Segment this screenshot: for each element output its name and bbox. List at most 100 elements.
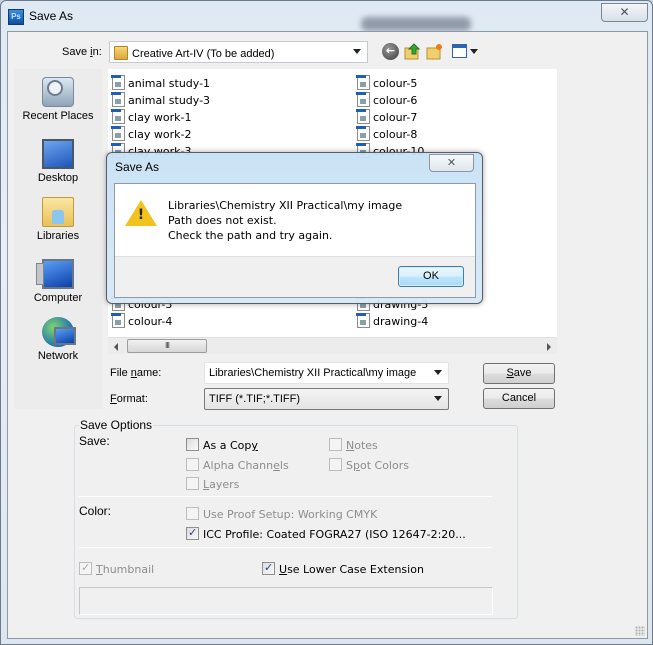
alert-message: Libraries\Chemistry XII Practical\my ima…	[168, 198, 402, 243]
scroll-right-icon[interactable]	[547, 343, 551, 351]
file-name: colour-6	[373, 94, 418, 107]
save-in-label: Save in:	[62, 46, 102, 58]
place-label: Desktop	[37, 172, 79, 184]
file-name: colour-7	[373, 111, 418, 124]
options-separator	[79, 547, 492, 548]
file-item[interactable]: drawing-4	[356, 313, 429, 330]
place-recent-places[interactable]: Recent Places	[14, 77, 102, 122]
view-menu-icon[interactable]	[452, 44, 467, 58]
file-name-input[interactable]: Libraries\Chemistry XII Practical\my ima…	[204, 362, 449, 384]
place-label: Network	[37, 350, 79, 362]
file-item[interactable]: clay work-2	[111, 126, 192, 143]
checkbox-box[interactable]	[262, 561, 275, 575]
alert-message-hint: Check the path and try again.	[168, 229, 333, 242]
checkbox-box[interactable]	[186, 507, 199, 520]
image-file-icon	[356, 109, 370, 124]
chevron-down-icon	[353, 49, 361, 54]
image-file-icon	[356, 126, 370, 141]
chevron-down-icon	[434, 396, 442, 401]
checkbox-box[interactable]	[329, 438, 342, 451]
save-as-window: Ps Save As ✕ Save in: Creative Art-IV (T…	[0, 0, 653, 645]
alpha-channels-checkbox[interactable]: Alpha Channels	[186, 458, 289, 472]
image-file-icon	[356, 75, 370, 90]
place-libraries[interactable]: Libraries	[14, 197, 102, 242]
recent-places-icon	[42, 77, 74, 107]
image-file-icon	[111, 109, 125, 124]
dialog-client-area: Save in: Creative Art-IV (To be added) ←…	[7, 31, 648, 639]
checkbox-label: ICC Profile: Coated FOGRA27 (ISO 12647-2…	[203, 528, 466, 541]
place-label: Computer	[33, 292, 83, 304]
place-label: Recent Places	[22, 110, 94, 122]
window-close-button[interactable]: ✕	[601, 3, 648, 22]
places-sidebar: Recent Places Desktop Libraries Computer…	[14, 69, 102, 409]
file-item[interactable]: colour-7	[356, 109, 418, 126]
format-label: Format:	[110, 393, 148, 405]
format-value: TIFF (*.TIF;*.TIFF)	[209, 393, 301, 405]
file-name: clay work-2	[128, 128, 192, 141]
scrollbar-thumb[interactable]: III	[127, 339, 207, 353]
warning-description-box	[79, 587, 493, 615]
image-file-icon	[111, 313, 125, 328]
file-item[interactable]: colour-4	[111, 313, 173, 330]
notes-checkbox[interactable]: Notes	[329, 438, 378, 452]
file-item[interactable]: colour-5	[356, 75, 418, 92]
spot-colors-checkbox[interactable]: Spot Colors	[329, 458, 409, 472]
place-desktop[interactable]: Desktop	[14, 135, 102, 184]
as-a-copy-checkbox[interactable]: As a Copy	[186, 438, 258, 452]
alert-message-error: Path does not exist.	[168, 214, 277, 227]
place-computer[interactable]: Computer	[14, 259, 102, 304]
computer-icon	[36, 259, 74, 289]
place-network[interactable]: Network	[14, 317, 102, 362]
up-folder-button[interactable]	[404, 43, 421, 60]
place-label: Libraries	[36, 230, 80, 242]
resize-grip[interactable]	[635, 626, 645, 636]
alert-message-path: Libraries\Chemistry XII Practical\my ima…	[168, 199, 403, 212]
scroll-left-icon[interactable]	[114, 343, 118, 351]
image-file-icon	[356, 313, 370, 328]
save-section-label: Save:	[79, 434, 110, 448]
checkbox-box[interactable]	[329, 458, 342, 471]
file-list-horizontal-scrollbar[interactable]: III	[108, 337, 557, 354]
format-dropdown[interactable]: TIFF (*.TIF;*.TIFF)	[204, 388, 449, 410]
image-file-icon	[111, 126, 125, 141]
save-in-value: Creative Art-IV (To be added)	[132, 48, 275, 60]
file-name: colour-5	[373, 77, 418, 90]
use-proof-setup-checkbox[interactable]: Use Proof Setup: Working CMYK	[186, 507, 377, 521]
alert-title: Save As	[115, 160, 160, 174]
thumbnail-checkbox[interactable]: Thumbnail	[79, 561, 154, 576]
window-title: Save As	[29, 9, 74, 23]
layers-checkbox[interactable]: Layers	[186, 477, 239, 491]
cancel-button[interactable]: Cancel	[483, 388, 555, 409]
file-item[interactable]: colour-8	[356, 126, 417, 143]
image-file-icon	[111, 75, 125, 90]
chevron-down-icon[interactable]	[434, 370, 442, 375]
new-folder-button[interactable]	[426, 43, 443, 60]
back-button[interactable]: ←	[382, 43, 399, 60]
checkbox-box[interactable]	[79, 561, 92, 575]
color-section-label: Color:	[79, 504, 112, 518]
checkbox-box[interactable]	[186, 458, 199, 471]
network-icon	[42, 317, 76, 347]
icc-profile-checkbox[interactable]: ICC Profile: Coated FOGRA27 (ISO 12647-2…	[186, 526, 466, 541]
ok-button[interactable]: OK	[398, 266, 464, 287]
file-name: drawing-4	[373, 315, 429, 328]
alert-body: ! Libraries\Chemistry XII Practical\my i…	[114, 183, 476, 298]
view-menu-chevron-icon[interactable]	[470, 49, 478, 54]
save-button[interactable]: Save	[483, 363, 555, 384]
file-item[interactable]: animal study-3	[111, 92, 210, 109]
file-item[interactable]: animal study-1	[111, 75, 211, 92]
checkbox-box[interactable]	[186, 477, 199, 490]
file-item[interactable]: colour-6	[356, 92, 418, 109]
checkbox-box[interactable]	[186, 438, 199, 451]
checkbox-box[interactable]	[186, 526, 199, 540]
lower-case-extension-checkbox[interactable]: Use Lower Case Extension	[262, 561, 424, 576]
desktop-icon	[42, 139, 74, 169]
warning-exclamation: !	[137, 207, 145, 223]
file-name: colour-4	[128, 315, 173, 328]
alert-close-button[interactable]: ✕	[429, 154, 474, 172]
image-file-icon	[356, 92, 370, 107]
file-item[interactable]: clay work-1	[111, 109, 191, 126]
save-in-dropdown[interactable]: Creative Art-IV (To be added)	[109, 41, 368, 63]
photoshop-app-icon: Ps	[8, 9, 24, 25]
file-name: animal study-1	[128, 77, 211, 90]
